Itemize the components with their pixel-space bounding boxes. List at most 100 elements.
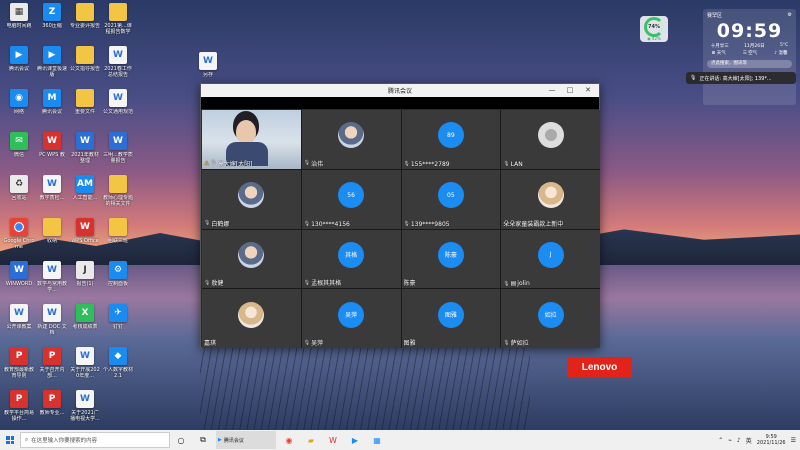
folder-icon[interactable]: ▰ [303,432,319,448]
taskbar-search[interactable]: ⌕ 在这里输入你要搜索的内容 [20,432,170,448]
participant-tile[interactable]: 05 🎙 139****9805 [401,169,501,229]
desktop-icon[interactable]: 教师心理专题的相关文件 [102,175,134,215]
desktop-icon[interactable]: 专业委评报告 [69,3,101,43]
desktop-icon[interactable]: ⚙ 控制面板 [102,261,134,301]
clock-widget-link[interactable]: ♪ 温馨 [774,50,787,56]
participant-tile[interactable]: 其格 🎙 孟根其其格 [301,229,401,289]
tencent-meeting-icon[interactable]: ▶ [347,432,363,448]
desktop-icon[interactable]: 2021第...课程报告数学范... [102,3,134,43]
speaking-toast[interactable]: 🎙 正在讲话: 高大婶[太阳]; 139*... [686,72,796,84]
participant-tile[interactable]: 🎙 LAN [501,110,600,169]
desktop-icon[interactable]: W 关于开展2020年度... [69,347,101,387]
desktop-icon[interactable]: ♻ 回收站 [3,175,35,215]
close-button[interactable]: ✕ [579,84,597,97]
desktop-icon[interactable]: W WPS Office [69,218,101,258]
notification-icon[interactable]: ☰ [791,437,796,444]
desktop-icon[interactable]: W 数学与常用教学... [36,261,68,301]
desktop-icon[interactable]: P 关于召开内部... [36,347,68,387]
microphone-icon: 🎙 [303,221,311,227]
desktop-icon[interactable]: J 报告(1) [69,261,101,301]
input-language[interactable]: 英 [746,436,752,445]
clock-widget-link[interactable]: ☰ 空气 [743,50,757,56]
minimize-button[interactable]: — [543,84,561,97]
taskbar-app-meeting[interactable]: ▶ 腾讯会议 [216,431,276,449]
window-titlebar[interactable]: 腾讯会议 — □ ✕ [201,84,599,97]
desktop-icon-label: 电脑时间跑 [6,23,32,29]
participant-tile[interactable]: ⚠ 🎙 高大婶[太阳] [202,110,301,169]
desktop-icon[interactable]: 组联三班 [102,218,134,258]
desktop-icon[interactable]: ▶ 腾讯会议 [3,46,35,86]
desktop-icon[interactable]: W 2021春工作总结报告 [102,46,134,86]
desktop-icon[interactable]: M 腾讯会议 [36,89,68,129]
cortana-icon[interactable]: ○ [173,432,189,448]
desktop-icon[interactable]: W WINWORD [3,261,35,301]
desktop-icon[interactable]: 公文指导报告 [69,46,101,86]
maximize-button[interactable]: □ [561,84,579,97]
volume-icon[interactable]: ♪ [737,437,741,444]
desktop-icon[interactable]: P 教师专业... [36,390,68,430]
desktop-icon[interactable]: ▶ 腾讯课堂极速版 [36,46,68,86]
desktop-icon[interactable]: AM 人工智能... [69,175,101,215]
chevron-up-icon[interactable]: ⌃ [718,437,723,444]
participant-tile[interactable]: J 🎙 ▤ jolin [501,229,600,289]
desktop-icon[interactable]: ◉ 网络 [3,89,35,129]
search-icon: ⌕ [25,436,29,443]
task-view-icon[interactable]: ⧉ [195,432,211,448]
desktop-icon[interactable]: X 考核成绩表 [69,304,101,344]
app-icon: W [76,132,94,150]
desktop-icon[interactable]: P 教学平台简易操作... [3,390,35,430]
desktop-icon-label: WINWORD [5,281,33,287]
desktop-icon[interactable]: ▦ 电脑时间跑 [3,3,35,43]
taskbar-clock[interactable]: 9:59 2021/11/26 [757,434,786,446]
participant-tile[interactable]: 图雅 图雅 [401,289,501,348]
participant-tile[interactable]: 🎙 白鹤娜 [202,169,301,229]
participant-name: 治伟 [311,160,324,168]
desktop-icon[interactable]: W 2021年教材整理 [69,132,101,172]
start-button[interactable] [0,430,20,450]
participant-tile[interactable]: 🎙 治伟 [301,110,401,169]
app-icon: ▶ [10,46,28,64]
participant-name: 吴萍 [311,340,324,347]
clock-widget[interactable]: 赛罕区 ⚙ 09:59 十月廿三 11月26日 5°C ⊞ 天气 ☰ 空气 ♪ 温馨… [703,9,796,105]
desktop-icon[interactable]: 重要文件 [69,89,101,129]
desktop-icon[interactable]: W 公开课教案 [3,304,35,344]
desktop-icon-label: 公文指导报告 [69,66,100,72]
performance-widget[interactable]: 74% ◉ 42% [640,16,668,42]
desktop-icon[interactable]: ✈ 钉钉 [102,304,134,344]
app-icon: ▦ [10,3,28,21]
participant-tile[interactable]: 朵朵家童装霸款上新中 [501,169,600,229]
participant-avatar: 56 [338,182,365,209]
desktop-icon[interactable]: 收纳 [36,218,68,258]
desktop-icon[interactable]: W 公文通用规范 [102,89,134,129]
lenovo-logo-text: Lenovo [581,361,618,373]
participant-avatar [537,182,564,209]
desktop-icon[interactable]: W 新建 DOC 文档 [36,304,68,344]
widget-search[interactable]: 点此搜索，图讯等 [707,60,792,68]
desktop-icon[interactable]: ✉ 微信 [3,132,35,172]
toast-text: 正在讲话: 高大婶[太阳]; 139*... [699,75,772,82]
settings-icon[interactable]: ⚙ [788,12,792,19]
wps-icon[interactable]: W [325,432,341,448]
desktop-icon[interactable]: W PC WPS 教 [36,132,68,172]
app-icon: W [10,261,28,279]
app-icon: ▶ [43,46,61,64]
participant-tile[interactable]: 🎙 敖健 [202,229,301,289]
desktop-icon[interactable]: W 教学质检... [36,175,68,215]
desktop-icon[interactable]: W 关于2021广播电视大学... [69,390,101,430]
microphone-icon: 🎙 [403,221,410,227]
participant-tile[interactable]: 陈豪 陈豪 [401,229,501,289]
participant-tile[interactable]: 吴萍 🎙 吴萍 [301,289,401,348]
participant-tile[interactable]: 嘉琪 [202,289,301,348]
participant-tile[interactable]: 89 🎙 155****2789 [401,110,501,169]
network-icon[interactable]: ⌁ [728,437,732,444]
teams-app-icon[interactable]: ▦ [369,432,385,448]
participant-tile[interactable]: 56 🎙 130****4156 [301,169,401,229]
desktop-icon[interactable]: Z 360压缩 [36,3,68,43]
clock-widget-link[interactable]: ⊞ 天气 [712,50,726,56]
desktop-icon[interactable]: P 教育部最新教育导则 [3,347,35,387]
desktop-icon[interactable]: W 三明...教学质量报告 [102,132,134,172]
chrome-icon[interactable]: ◉ [281,432,297,448]
desktop-icon[interactable]: Google Chrome [3,218,35,258]
desktop-icon[interactable]: ◆ 个人数字教材2.1 [102,347,134,387]
participant-tile[interactable]: 如拉 🎙 萨如拉 [501,289,600,348]
